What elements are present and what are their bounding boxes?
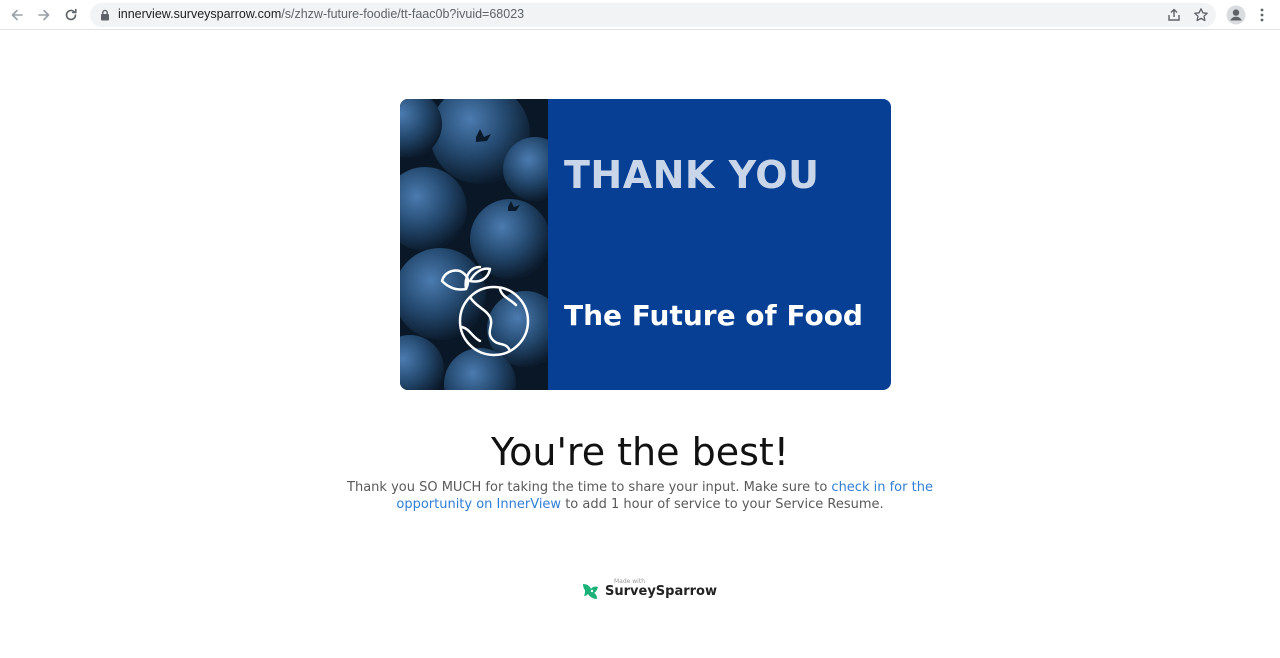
reload-icon[interactable] [60, 4, 82, 26]
thank-you-message: Thank you SO MUCH for taking the time to… [320, 479, 960, 513]
forward-icon[interactable] [33, 4, 55, 26]
bookmark-star-icon[interactable] [1193, 7, 1209, 23]
blueberries-photo [400, 99, 548, 390]
browser-toolbar: innerview.surveysparrow.com/s/zhzw-futur… [0, 0, 1280, 30]
url-path: /s/zhzw-future-foodie/tt-faac0b?ivuid=68… [281, 7, 525, 21]
banner-subtitle: The Future of Food [564, 299, 863, 332]
url-text[interactable]: innerview.surveysparrow.com/s/zhzw-futur… [118, 7, 524, 21]
back-icon[interactable] [6, 4, 28, 26]
made-with-surveysparrow-badge[interactable]: Made with SurveySparrow [580, 578, 717, 604]
banner-title: THANK YOU [564, 153, 820, 197]
surveysparrow-logo-icon [583, 584, 598, 599]
message-text-after: to add 1 hour of service to your Service… [561, 497, 884, 512]
share-icon[interactable] [1166, 7, 1182, 23]
profile-icon[interactable] [1225, 4, 1247, 26]
brand-name: SurveySparrow [605, 584, 717, 599]
page-heading: You're the best! [490, 430, 790, 474]
lock-icon[interactable] [100, 9, 110, 21]
url-host: innerview.surveysparrow.com [118, 7, 282, 21]
address-bar[interactable]: innerview.surveysparrow.com/s/zhzw-futur… [90, 3, 1216, 27]
menu-icon[interactable] [1251, 4, 1273, 26]
message-text-before: Thank you SO MUCH for taking the time to… [347, 480, 832, 495]
thank-you-banner: THANK YOU The Future of Food [400, 99, 891, 390]
